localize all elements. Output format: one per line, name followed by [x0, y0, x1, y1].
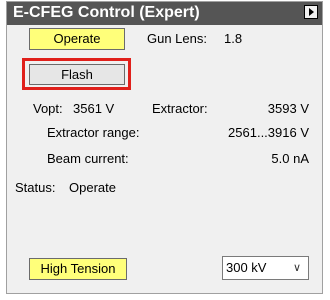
operate-button[interactable]: Operate	[29, 28, 125, 50]
chevron-down-icon: ∨	[292, 262, 301, 274]
gun-lens-label: Gun Lens:	[147, 31, 207, 46]
voltage-select[interactable]: 300 kV ∨	[222, 256, 309, 280]
vopt-value: 3561 V	[73, 101, 115, 116]
title-bar: E-CFEG Control (Expert)	[7, 2, 322, 25]
extractor-value: 3593 V	[267, 101, 309, 116]
status-value: Operate	[69, 180, 116, 195]
title-menu-button[interactable]	[304, 5, 318, 19]
beam-current-value: 5.0 nA	[271, 151, 309, 166]
ecfeg-control-panel: E-CFEG Control (Expert) Operate Gun Lens…	[6, 1, 323, 294]
vopt-label: Vopt:	[33, 101, 63, 116]
window-title: E-CFEG Control (Expert)	[13, 4, 200, 21]
beam-current-label: Beam current:	[47, 151, 129, 166]
voltage-select-value: 300 kV	[226, 260, 267, 275]
flash-button[interactable]: Flash	[29, 64, 125, 85]
status-label: Status:	[15, 180, 56, 195]
extractor-range-value: 2561...3916 V	[228, 125, 309, 140]
extractor-range-label: Extractor range:	[47, 125, 140, 140]
extractor-label: Extractor:	[152, 101, 208, 116]
high-tension-button[interactable]: High Tension	[29, 258, 127, 280]
gun-lens-value: 1.8	[224, 31, 243, 46]
triangle-right-icon	[309, 8, 314, 16]
